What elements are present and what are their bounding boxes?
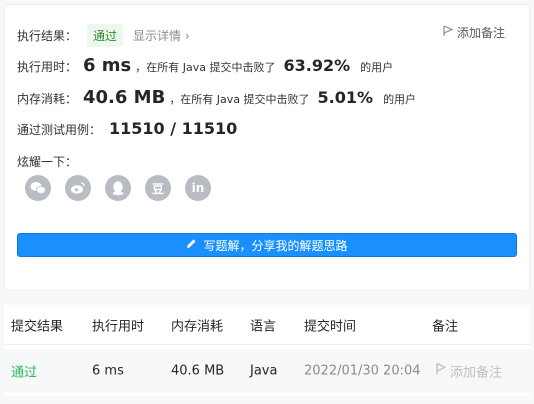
runtime-percent: 63.92% xyxy=(283,56,351,75)
qq-icon[interactable] xyxy=(105,175,131,201)
header-runtime: 执行用时 xyxy=(92,319,145,334)
runtime-beat-text: ，在所有 Java 提交中击败了 xyxy=(135,61,276,74)
share-icons: 豆 in xyxy=(25,175,211,201)
douban-icon[interactable]: 豆 xyxy=(145,175,171,201)
table-header: 提交结果 执行用时 内存消耗 语言 提交时间 备注 xyxy=(4,305,530,345)
add-note-label: 添加备注 xyxy=(456,26,505,40)
write-solution-button[interactable]: 写题解，分享我的解题思路 xyxy=(17,233,517,257)
header-status: 提交结果 xyxy=(11,319,64,334)
runtime-value: 6 ms xyxy=(83,55,132,76)
runtime-label: 执行用时： xyxy=(17,60,78,74)
header-memory: 内存消耗 xyxy=(171,319,224,334)
pencil-icon xyxy=(186,238,197,252)
flag-icon xyxy=(436,362,447,380)
row-runtime: 6 ms xyxy=(92,363,124,379)
memory-value: 40.6 MB xyxy=(83,87,166,108)
tests-row: 通过测试用例： 11510 / 11510 xyxy=(17,119,241,138)
weibo-icon[interactable] xyxy=(65,175,91,201)
memory-beat-text: ，在所有 Java 提交中击败了 xyxy=(169,93,310,106)
result-label: 执行结果： xyxy=(17,28,78,43)
flag-icon xyxy=(443,25,454,40)
runtime-suffix: 的用户 xyxy=(360,61,394,74)
row-memory: 40.6 MB xyxy=(171,363,225,379)
header-note: 备注 xyxy=(432,319,459,334)
runtime-row: 执行用时： 6 ms ，在所有 Java 提交中击败了 63.92% 的用户 xyxy=(17,55,393,76)
header-language: 语言 xyxy=(250,319,277,334)
result-status-badge: 通过 xyxy=(87,23,124,47)
header-time: 提交时间 xyxy=(304,319,357,334)
memory-row: 内存消耗： 40.6 MB ，在所有 Java 提交中击败了 5.01% 的用户 xyxy=(17,87,416,108)
write-solution-label: 写题解，分享我的解题思路 xyxy=(203,238,348,253)
tests-value: 11510 / 11510 xyxy=(109,119,238,138)
row-language: Java xyxy=(250,363,278,379)
result-row: 执行结果： 通过 显示详情 › xyxy=(17,23,190,47)
tests-label: 通过测试用例： xyxy=(17,123,102,137)
show-details-link[interactable]: 显示详情 › xyxy=(133,27,190,44)
row-add-note-label: 添加备注 xyxy=(450,365,503,381)
share-label: 炫耀一下： xyxy=(17,155,78,169)
memory-suffix: 的用户 xyxy=(383,93,417,106)
wechat-icon[interactable] xyxy=(25,175,51,201)
row-add-note[interactable]: 添加备注 xyxy=(436,362,502,381)
memory-percent: 5.01% xyxy=(317,88,374,107)
submission-result-card: 执行结果： 通过 显示详情 › 添加备注 执行用时： 6 ms ，在所有 Jav… xyxy=(4,4,530,291)
add-note-button[interactable]: 添加备注 xyxy=(443,24,505,41)
linkedin-icon[interactable]: in xyxy=(185,175,211,201)
submission-table: 提交结果 执行用时 内存消耗 语言 提交时间 备注 通过 6 ms 40.6 M… xyxy=(4,305,530,396)
table-row: 通过 6 ms 40.6 MB Java 2022/01/30 20:04 添加… xyxy=(4,349,530,393)
row-time: 2022/01/30 20:04 xyxy=(304,363,421,379)
row-status[interactable]: 通过 xyxy=(11,362,37,381)
memory-label: 内存消耗： xyxy=(17,92,78,106)
